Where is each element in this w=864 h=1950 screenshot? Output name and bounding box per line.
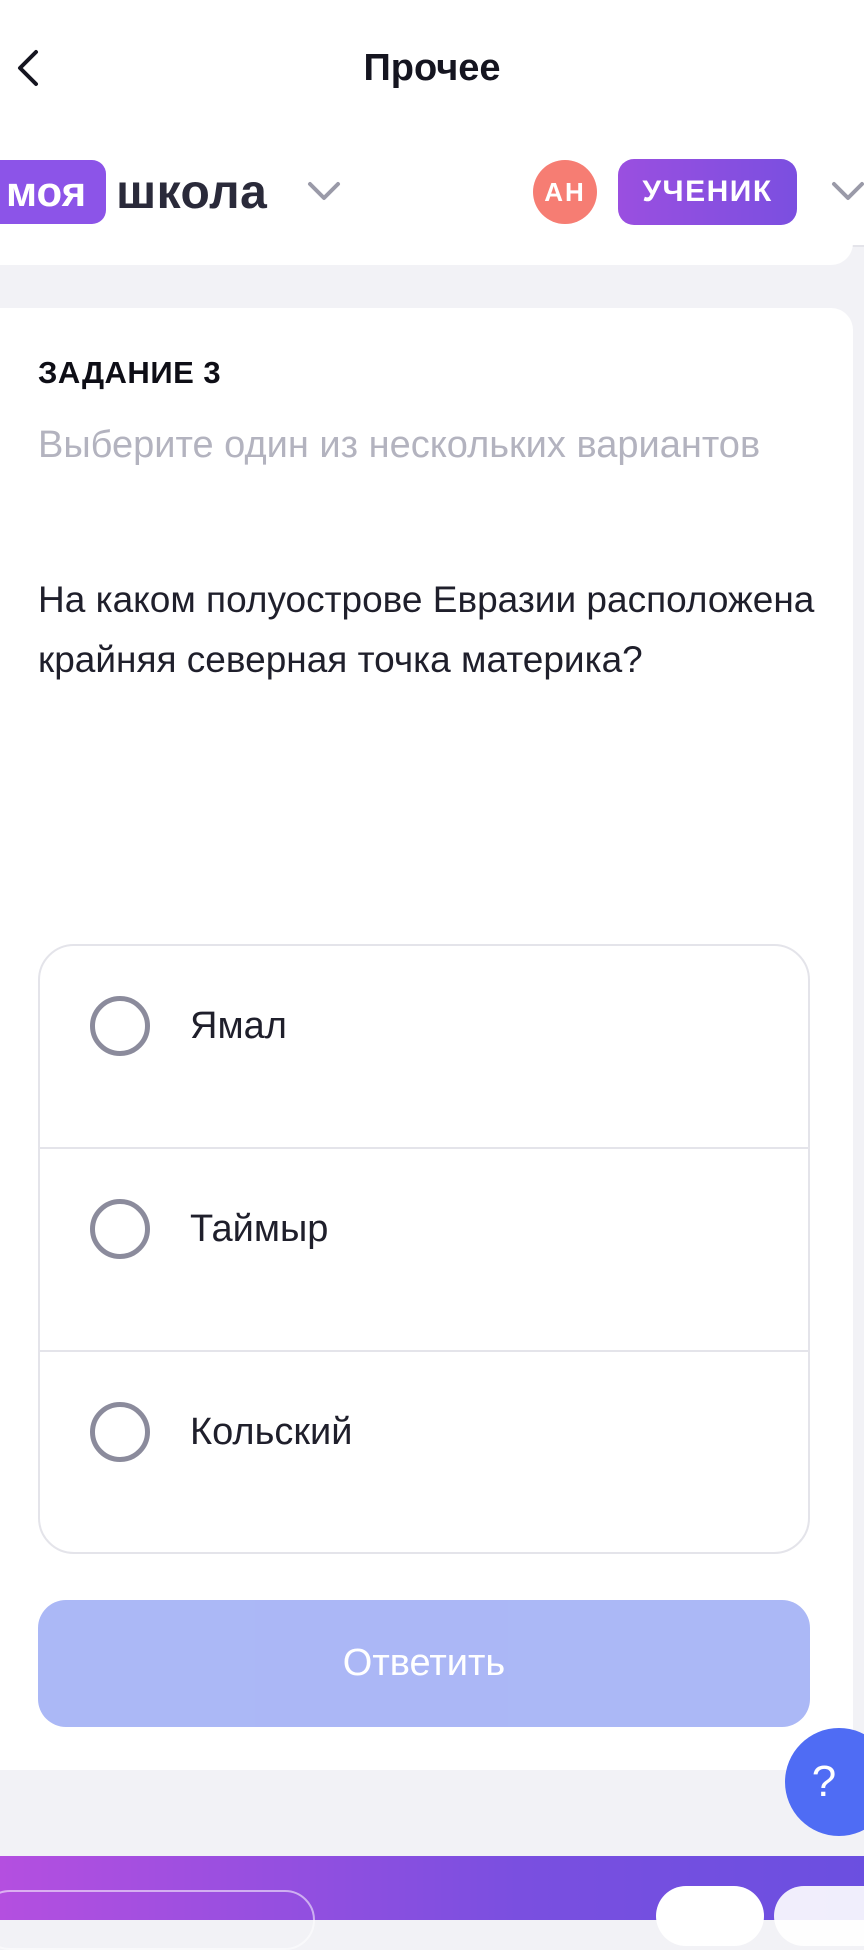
school-logo[interactable]: моя школа [0,160,267,224]
question-text: На каком полуострове Евразии расположена… [38,579,815,680]
answer-option[interactable]: Ямал [40,946,808,1149]
answer-options: Ямал Таймыр Кольский [38,944,810,1554]
logo-text: школа [116,165,268,219]
chevron-down-icon[interactable] [830,180,864,202]
radio-button[interactable] [90,1199,150,1259]
chevron-down-icon[interactable] [306,180,342,202]
answer-option[interactable]: Таймыр [40,1149,808,1352]
task-hint: Выберите один из нескольких вариантов [38,424,761,466]
top-navigation-bar: Прочее моя школа АН УЧЕНИК [0,0,864,247]
bottom-bar-button[interactable] [656,1886,764,1946]
avatar[interactable]: АН [533,160,597,224]
page-title: Прочее [363,47,501,89]
answer-option[interactable]: Кольский [40,1352,808,1552]
option-label: Таймыр [190,1208,329,1250]
bottom-bar-button[interactable] [0,1890,315,1950]
radio-button[interactable] [90,996,150,1056]
previous-card [0,230,853,265]
option-label: Ямал [190,1005,287,1047]
radio-button[interactable] [90,1402,150,1462]
role-badge[interactable]: УЧЕНИК [618,159,797,225]
task-label: ЗАДАНИЕ 3 [38,355,222,390]
logo-badge: моя [0,160,107,224]
submit-button[interactable]: Ответить [38,1600,810,1727]
bottom-bar-button[interactable] [774,1886,864,1946]
question-mark-icon: ? [811,1757,837,1806]
option-label: Кольский [190,1411,353,1453]
